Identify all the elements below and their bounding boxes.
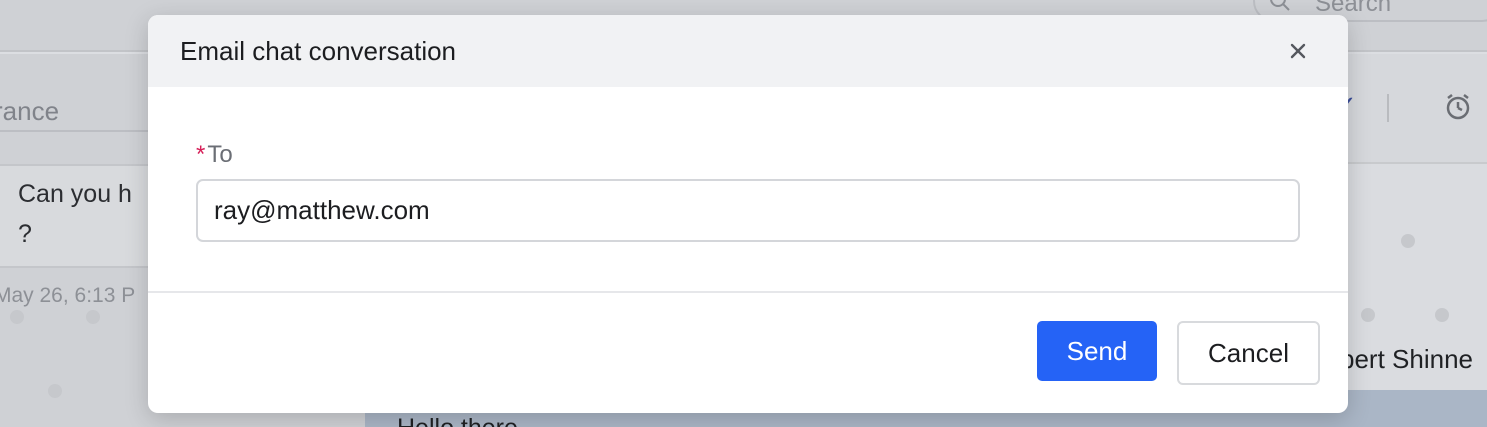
- close-icon[interactable]: [1284, 37, 1312, 65]
- to-field-label: *To: [196, 141, 233, 169]
- toolbar-separator: [1387, 94, 1389, 122]
- pattern-dot: [1361, 308, 1375, 322]
- message-timestamp: May 26, 6:13 P: [0, 284, 136, 307]
- required-marker: *: [196, 141, 206, 168]
- dialog-title: Email chat conversation: [180, 36, 457, 66]
- cancel-button[interactable]: Cancel: [1177, 321, 1320, 385]
- dialog-header: Email chat conversation: [148, 15, 1348, 87]
- pattern-dot: [1435, 308, 1449, 322]
- agent-name: bert Shinne: [1340, 344, 1473, 374]
- pattern-dot: [1401, 234, 1415, 248]
- to-label-text: To: [207, 141, 233, 168]
- conversation-subject: rance: [0, 96, 60, 126]
- pattern-dot: [86, 310, 100, 324]
- chat-message-text: Hello there: [397, 414, 518, 427]
- to-email-input[interactable]: [196, 179, 1300, 242]
- alarm-clock-icon[interactable]: [1443, 92, 1473, 122]
- pattern-dot: [48, 384, 62, 398]
- send-button[interactable]: Send: [1037, 321, 1157, 381]
- search-icon: [1269, 0, 1291, 12]
- pattern-dot: [10, 310, 24, 324]
- footer-divider: [148, 291, 1348, 293]
- email-chat-dialog: Email chat conversation *To Send Cancel: [148, 15, 1348, 413]
